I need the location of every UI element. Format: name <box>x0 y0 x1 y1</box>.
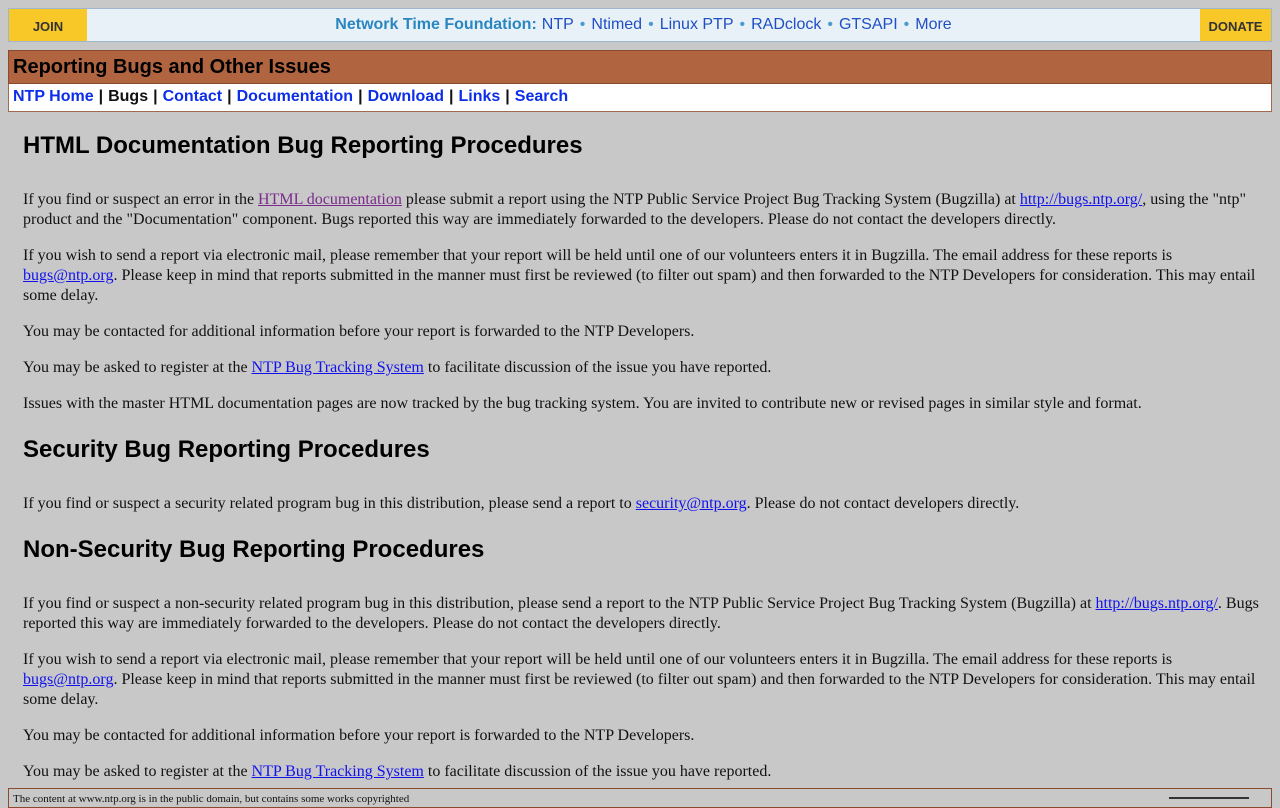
html-documentation-link[interactable]: HTML documentation <box>258 191 402 208</box>
nav-contact[interactable]: Contact <box>163 88 223 106</box>
footer-text: The content at www.ntp.org is in the pub… <box>13 793 410 805</box>
nav-documentation[interactable]: Documentation <box>237 88 353 106</box>
nav-separator: | <box>505 87 510 105</box>
page-title-bar: Reporting Bugs and Other Issues <box>8 50 1272 84</box>
bugzilla-url-link[interactable]: http://bugs.ntp.org/ <box>1020 191 1142 208</box>
paragraph-security: If you find or suspect a security relate… <box>23 495 1020 512</box>
bugzilla-url-link[interactable]: http://bugs.ntp.org/ <box>1096 595 1218 612</box>
bugs-email-link[interactable]: bugs@ntp.org <box>23 267 113 284</box>
paragraph-non-security-intro: If you find or suspect a non-security re… <box>23 595 1259 632</box>
bug-tracking-link[interactable]: NTP Bug Tracking System <box>252 359 424 376</box>
paragraph-register: You may be asked to register at the NTP … <box>23 763 772 780</box>
foundation-label: Network Time Foundation: <box>335 16 537 33</box>
paragraph-email-report: If you wish to send a report via electro… <box>23 247 1256 304</box>
nav-separator: | <box>358 87 363 105</box>
bullet-separator: • <box>903 16 910 33</box>
nav-bugs-current: Bugs <box>108 87 149 105</box>
nav-download[interactable]: Download <box>368 88 444 106</box>
bugs-email-link[interactable]: bugs@ntp.org <box>23 671 113 688</box>
foundation-link-linux-ptp[interactable]: Linux PTP <box>660 16 734 34</box>
section-heading-non-security: Non-Security Bug Reporting Procedures <box>23 536 485 563</box>
paragraph-contacted: You may be contacted for additional info… <box>23 323 695 340</box>
bullet-separator: • <box>648 16 654 33</box>
paragraph-master-docs: Issues with the master HTML documentatio… <box>23 395 1142 412</box>
section-heading-security: Security Bug Reporting Procedures <box>23 436 430 463</box>
foundation-bar: JOIN Network Time Foundation: NTP • Ntim… <box>8 8 1272 42</box>
main-content: HTML Documentation Bug Reporting Procedu… <box>23 128 1263 782</box>
nav-separator: | <box>449 87 454 105</box>
foundation-link-more[interactable]: More <box>915 16 951 34</box>
page-title: Reporting Bugs and Other Issues <box>13 56 331 78</box>
paragraph-register: You may be asked to register at the NTP … <box>23 359 772 376</box>
nav-ntp-home[interactable]: NTP Home <box>13 88 94 106</box>
bullet-separator: • <box>827 16 833 33</box>
paragraph-contacted: You may be contacted for additional info… <box>23 727 695 744</box>
footer: The content at www.ntp.org is in the pub… <box>8 788 1272 808</box>
nav-separator: | <box>153 87 158 105</box>
section-heading-html-doc: HTML Documentation Bug Reporting Procedu… <box>23 132 583 159</box>
donate-button[interactable]: DONATE <box>1200 9 1271 41</box>
foundation-link-ntp[interactable]: NTP <box>542 16 574 34</box>
paragraph-html-doc-intro: If you find or suspect an error in the H… <box>23 191 1246 228</box>
paragraph-email-report: If you wish to send a report via electro… <box>23 651 1256 708</box>
nav-links[interactable]: Links <box>458 88 500 106</box>
security-email-link[interactable]: security@ntp.org <box>636 495 747 512</box>
foundation-link-radclock[interactable]: RADclock <box>751 16 821 34</box>
join-button[interactable]: JOIN <box>9 9 87 41</box>
nav-separator: | <box>98 87 104 105</box>
nav-search[interactable]: Search <box>515 88 568 106</box>
footer-badge <box>1169 797 1249 803</box>
foundation-link-ntimed[interactable]: Ntimed <box>591 16 642 34</box>
bullet-separator: • <box>739 16 746 33</box>
nav-separator: | <box>227 87 232 105</box>
foundation-link-gtsapi[interactable]: GTSAPI <box>839 16 898 34</box>
foundation-links: Network Time Foundation: NTP • Ntimed • … <box>87 9 1200 41</box>
site-nav: NTP Home | Bugs | Contact | Documentatio… <box>8 84 1272 112</box>
bullet-separator: • <box>579 16 586 33</box>
bug-tracking-link[interactable]: NTP Bug Tracking System <box>252 763 424 780</box>
